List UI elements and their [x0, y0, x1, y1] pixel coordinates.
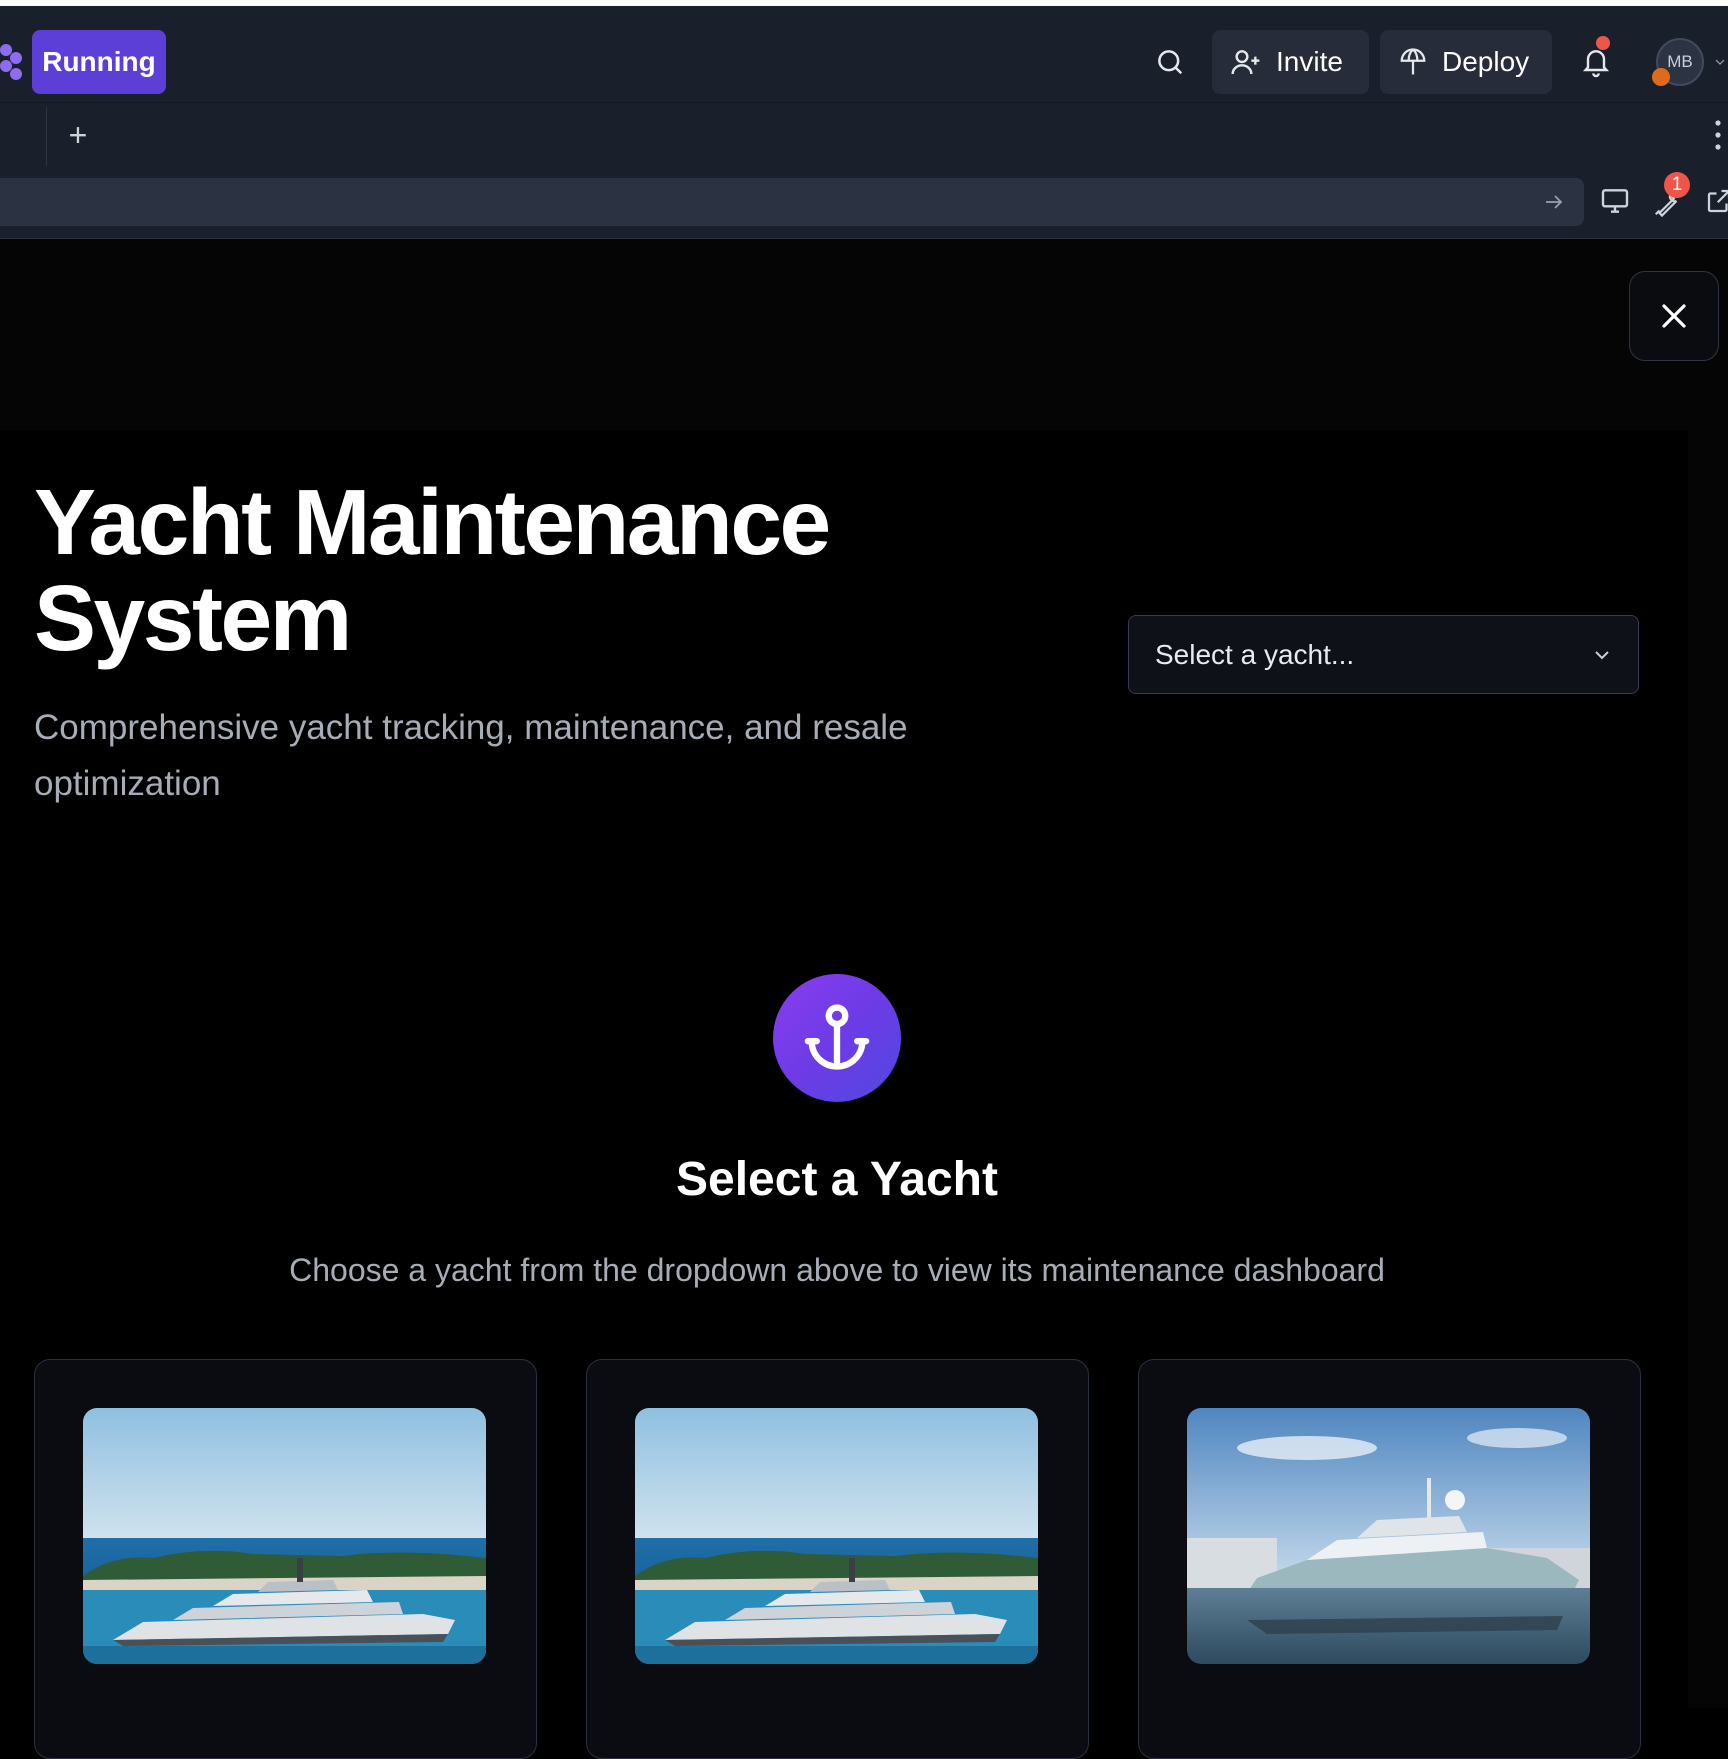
close-icon	[1662, 304, 1686, 328]
logo-icon	[0, 44, 22, 80]
deploy-button[interactable]: Deploy	[1380, 30, 1552, 94]
tab-bar: +	[0, 102, 1728, 167]
top-bar: Running Invite Deploy MB	[0, 6, 1728, 102]
yacht-card[interactable]	[34, 1359, 537, 1759]
chevron-down-icon[interactable]	[1712, 54, 1728, 70]
search-button[interactable]	[1150, 34, 1190, 90]
devtools-badge: 1	[1664, 172, 1690, 198]
monitor-icon[interactable]	[1599, 185, 1631, 217]
yacht-app: Yacht Maintenance System Comprehensive y…	[0, 430, 1688, 1759]
deploy-icon	[1400, 48, 1426, 75]
avatar-status-badge	[1652, 68, 1670, 86]
deploy-label: Deploy	[1442, 46, 1530, 77]
page-title: Yacht Maintenance System	[34, 470, 831, 670]
yacht-photo	[1187, 1408, 1590, 1664]
more-options-icon[interactable]	[1712, 117, 1724, 153]
yacht-select-placeholder: Select a yacht...	[1155, 638, 1355, 670]
add-user-icon	[1231, 50, 1260, 75]
invite-button[interactable]: Invite	[1212, 30, 1369, 94]
search-icon	[1158, 50, 1183, 75]
anchor-icon	[804, 1004, 870, 1070]
address-bar: 1	[0, 166, 1728, 239]
empty-state-text: Choose a yacht from the dropdown above t…	[289, 1252, 1385, 1288]
chevron-down-icon	[1595, 650, 1609, 659]
new-tab-button[interactable]: +	[62, 111, 94, 159]
yacht-photo	[635, 1408, 1038, 1664]
yacht-card[interactable]	[1138, 1359, 1641, 1759]
tab-divider	[46, 107, 47, 167]
notification-dot	[1596, 36, 1610, 50]
arrow-right-icon[interactable]	[1542, 190, 1566, 214]
open-external-icon[interactable]	[1704, 186, 1728, 216]
bell-icon	[1582, 50, 1610, 78]
page-subtitle: Comprehensive yacht tracking, maintenanc…	[34, 708, 908, 803]
empty-state-title: Select a Yacht	[676, 1153, 998, 1206]
yacht-card[interactable]	[586, 1359, 1089, 1759]
invite-label: Invite	[1276, 46, 1343, 77]
yacht-select[interactable]: Select a yacht...	[1128, 615, 1639, 694]
close-button[interactable]	[1629, 271, 1719, 361]
anchor-badge	[773, 974, 901, 1102]
url-field[interactable]	[0, 178, 1584, 226]
avatar-initials: MB	[1667, 52, 1693, 71]
running-button[interactable]: Running	[32, 30, 166, 94]
yacht-photo	[83, 1408, 486, 1664]
